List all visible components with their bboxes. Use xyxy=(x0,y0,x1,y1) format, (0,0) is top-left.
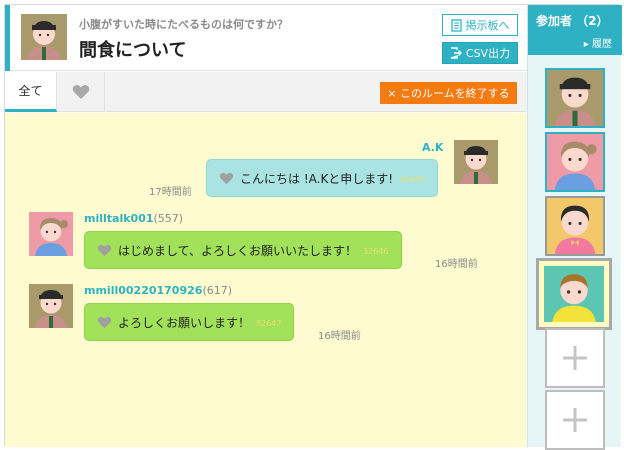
add-participant-slot[interactable] xyxy=(545,328,605,388)
message-bubble: よろしくお願いします！ 32647 xyxy=(84,303,295,341)
message-author: milltalk001(557) xyxy=(84,212,183,225)
user-avatar xyxy=(29,212,73,256)
participants-title: 参加者 （2） xyxy=(536,14,609,28)
chat-area: A.K こんにちは !A.Kと申します! 32645 17時間前 milltal… xyxy=(5,113,527,447)
host-avatar xyxy=(21,14,67,60)
message-bubble: はじめまして、よろしくお願いいたします！ 32646 xyxy=(84,231,402,269)
plus-icon xyxy=(563,408,587,432)
participants-header: 参加者 （2） ▸ 履歴 xyxy=(528,5,622,55)
tab-all[interactable]: 全て xyxy=(5,72,57,112)
filter-tabs: 全て × このルームを終了する xyxy=(5,72,527,112)
like-heart-icon[interactable] xyxy=(97,244,112,257)
csv-export-button[interactable]: CSV出力 xyxy=(442,42,518,64)
room-question: 小腹がすいた時にたべるものは何ですか？ xyxy=(79,18,288,31)
add-participant-slot[interactable] xyxy=(545,390,605,450)
message-author: mmill00220170926(617) xyxy=(84,284,232,297)
my-avatar[interactable] xyxy=(536,258,612,330)
board-button[interactable]: 掲示板へ xyxy=(442,14,518,36)
message-id: 32647 xyxy=(256,319,282,328)
room-header: 小腹がすいた時にたべるものは何ですか？ 間食について 掲示板へ CSV出力 xyxy=(5,5,527,71)
message-text: こんにちは !A.Kと申します! xyxy=(240,171,394,186)
document-icon xyxy=(450,18,462,32)
tab-all-label: 全て xyxy=(18,84,43,98)
message-time: 17時間前 xyxy=(149,187,192,198)
message-time: 16時間前 xyxy=(318,331,361,342)
board-button-label: 掲示板へ xyxy=(465,19,510,32)
user-avatar xyxy=(29,284,73,328)
participant-avatar[interactable] xyxy=(545,196,605,256)
author-count: (617) xyxy=(202,284,233,297)
message-id: 32646 xyxy=(363,247,389,256)
message-id: 32645 xyxy=(399,175,425,184)
end-room-button[interactable]: × このルームを終了する xyxy=(380,82,517,104)
participants-sidebar: 参加者 （2） ▸ 履歴 xyxy=(527,5,622,450)
tab-favorites[interactable] xyxy=(57,72,105,112)
author-count: (557) xyxy=(153,212,184,225)
history-link[interactable]: ▸ 履歴 xyxy=(584,35,612,50)
message-bubble: こんにちは !A.Kと申します! 32645 xyxy=(206,159,438,197)
author-name: milltalk001 xyxy=(84,212,154,225)
chat-room-window: 小腹がすいた時にたべるものは何ですか？ 間食について 掲示板へ CSV出力 全て… xyxy=(4,4,622,450)
like-heart-icon[interactable] xyxy=(97,316,112,329)
room-title: 間食について xyxy=(79,40,187,61)
message-author: A.K xyxy=(422,141,444,154)
csv-button-label: CSV出力 xyxy=(465,47,511,60)
header-accent-bar xyxy=(5,5,10,71)
export-icon xyxy=(450,47,462,59)
plus-icon xyxy=(563,346,587,370)
participant-avatar[interactable] xyxy=(545,132,605,192)
user-avatar xyxy=(454,140,498,184)
message-text: よろしくお願いします！ xyxy=(118,315,251,330)
message-text: はじめまして、よろしくお願いいたします！ xyxy=(118,243,358,258)
heart-icon xyxy=(72,85,89,99)
message-time: 16時間前 xyxy=(435,259,478,270)
participant-avatar[interactable] xyxy=(545,68,605,128)
like-heart-icon[interactable] xyxy=(219,172,234,185)
author-name: mmill00220170926 xyxy=(84,284,203,297)
